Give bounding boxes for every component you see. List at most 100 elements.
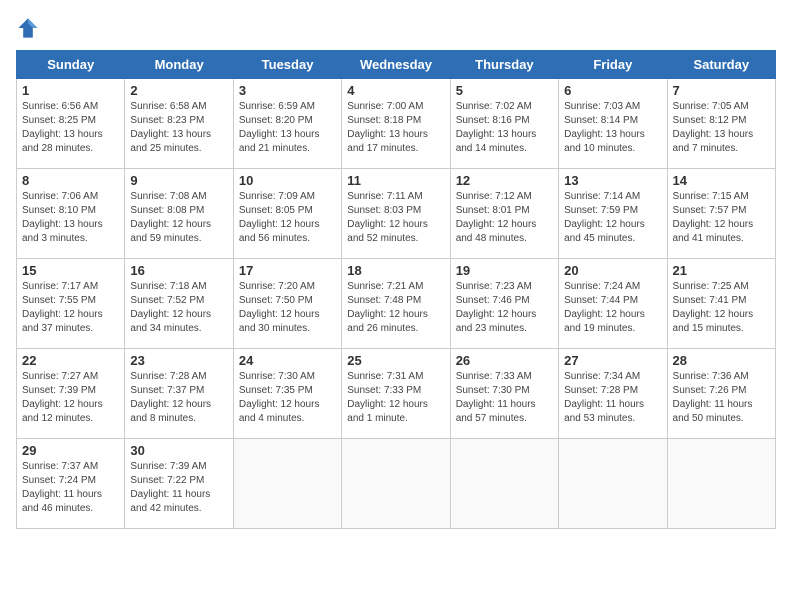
day-info: Sunrise: 7:21 AMSunset: 7:48 PMDaylight:… (347, 281, 428, 334)
calendar-day-cell: 19 Sunrise: 7:23 AMSunset: 7:46 PMDayligh… (450, 259, 558, 349)
day-number: 22 (22, 353, 119, 368)
day-number: 28 (673, 353, 770, 368)
calendar-day-cell: 24Sunrise: 7:30 AMSunset: 7:35 PMDayligh… (233, 349, 341, 439)
calendar-day-cell: 6 Sunrise: 7:03 AMSunset: 8:14 PMDaylight… (559, 79, 667, 169)
calendar-day-cell: 2 Sunrise: 6:58 AMSunset: 8:23 PMDaylight… (125, 79, 233, 169)
day-info: Sunrise: 7:36 AMSunset: 7:26 PMDaylight:… (673, 371, 753, 424)
calendar-day-cell: 21Sunrise: 7:25 AMSunset: 7:41 PMDayligh… (667, 259, 775, 349)
day-info: Sunrise: 7:02 AMSunset: 8:16 PMDaylight:… (456, 101, 537, 154)
calendar-table: SundayMondayTuesdayWednesdayThursdayFrid… (16, 50, 776, 529)
day-info: Sunrise: 7:14 AMSunset: 7:59 PMDaylight:… (564, 191, 645, 244)
calendar-week-row: 22 Sunrise: 7:27 AMSunset: 7:39 PMDayligh… (17, 349, 776, 439)
day-info: Sunrise: 7:24 AMSunset: 7:44 PMDaylight:… (564, 281, 645, 334)
day-number: 4 (347, 83, 444, 98)
calendar-week-row: 15 Sunrise: 7:17 AMSunset: 7:55 PMDayligh… (17, 259, 776, 349)
day-of-week-header: Tuesday (233, 51, 341, 79)
day-of-week-header: Saturday (667, 51, 775, 79)
calendar-week-row: 29Sunrise: 7:37 AMSunset: 7:24 PMDayligh… (17, 439, 776, 529)
calendar-week-row: 8 Sunrise: 7:06 AMSunset: 8:10 PMDaylight… (17, 169, 776, 259)
day-of-week-header: Monday (125, 51, 233, 79)
day-info: Sunrise: 7:23 AMSunset: 7:46 PMDaylight:… (456, 281, 537, 334)
day-of-week-header: Friday (559, 51, 667, 79)
day-info: Sunrise: 7:37 AMSunset: 7:24 PMDaylight:… (22, 461, 102, 514)
calendar-day-cell: 28 Sunrise: 7:36 AMSunset: 7:26 PMDayligh… (667, 349, 775, 439)
day-info: Sunrise: 7:33 AMSunset: 7:30 PMDaylight:… (456, 371, 536, 424)
day-info: Sunrise: 7:17 AMSunset: 7:55 PMDaylight:… (22, 281, 103, 334)
day-info: Sunrise: 7:25 AMSunset: 7:41 PMDaylight:… (673, 281, 754, 334)
day-info: Sunrise: 7:00 AMSunset: 8:18 PMDaylight:… (347, 101, 428, 154)
day-number: 19 (456, 263, 553, 278)
calendar-day-cell: 15 Sunrise: 7:17 AMSunset: 7:55 PMDayligh… (17, 259, 125, 349)
day-info: Sunrise: 7:08 AMSunset: 8:08 PMDaylight:… (130, 191, 211, 244)
day-info: Sunrise: 7:12 AMSunset: 8:01 PMDaylight:… (456, 191, 537, 244)
day-number: 2 (130, 83, 227, 98)
day-info: Sunrise: 7:03 AMSunset: 8:14 PMDaylight:… (564, 101, 645, 154)
day-info: Sunrise: 7:05 AMSunset: 8:12 PMDaylight:… (673, 101, 754, 154)
day-info: Sunrise: 7:15 AMSunset: 7:57 PMDaylight:… (673, 191, 754, 244)
day-info: Sunrise: 7:09 AMSunset: 8:05 PMDaylight:… (239, 191, 320, 244)
day-number: 27 (564, 353, 661, 368)
day-info: Sunrise: 6:56 AMSunset: 8:25 PMDaylight:… (22, 101, 103, 154)
calendar-week-row: 1 Sunrise: 6:56 AMSunset: 8:25 PMDaylight… (17, 79, 776, 169)
calendar-day-cell: 4 Sunrise: 7:00 AMSunset: 8:18 PMDaylight… (342, 79, 450, 169)
calendar-day-cell (342, 439, 450, 529)
day-of-week-header: Wednesday (342, 51, 450, 79)
calendar-day-cell: 29Sunrise: 7:37 AMSunset: 7:24 PMDayligh… (17, 439, 125, 529)
day-number: 18 (347, 263, 444, 278)
logo-icon (16, 16, 40, 40)
calendar-day-cell (450, 439, 558, 529)
calendar-day-cell: 7 Sunrise: 7:05 AMSunset: 8:12 PMDaylight… (667, 79, 775, 169)
calendar-day-cell: 17 Sunrise: 7:20 AMSunset: 7:50 PMDayligh… (233, 259, 341, 349)
day-number: 17 (239, 263, 336, 278)
calendar-day-cell: 9 Sunrise: 7:08 AMSunset: 8:08 PMDaylight… (125, 169, 233, 259)
calendar-day-cell: 18 Sunrise: 7:21 AMSunset: 7:48 PMDayligh… (342, 259, 450, 349)
day-info: Sunrise: 7:18 AMSunset: 7:52 PMDaylight:… (130, 281, 211, 334)
calendar-day-cell: 13 Sunrise: 7:14 AMSunset: 7:59 PMDayligh… (559, 169, 667, 259)
calendar-day-cell: 14Sunrise: 7:15 AMSunset: 7:57 PMDayligh… (667, 169, 775, 259)
calendar-day-cell (559, 439, 667, 529)
day-number: 15 (22, 263, 119, 278)
day-number: 9 (130, 173, 227, 188)
calendar-day-cell: 22 Sunrise: 7:27 AMSunset: 7:39 PMDayligh… (17, 349, 125, 439)
day-info: Sunrise: 7:39 AMSunset: 7:22 PMDaylight:… (130, 461, 210, 514)
day-number: 11 (347, 173, 444, 188)
day-number: 8 (22, 173, 119, 188)
calendar-day-cell: 3Sunrise: 6:59 AMSunset: 8:20 PMDaylight… (233, 79, 341, 169)
day-info: Sunrise: 7:20 AMSunset: 7:50 PMDaylight:… (239, 281, 320, 334)
calendar-day-cell: 10 Sunrise: 7:09 AMSunset: 8:05 PMDayligh… (233, 169, 341, 259)
calendar-day-cell: 27 Sunrise: 7:34 AMSunset: 7:28 PMDayligh… (559, 349, 667, 439)
day-number: 6 (564, 83, 661, 98)
calendar-day-cell: 5 Sunrise: 7:02 AMSunset: 8:16 PMDaylight… (450, 79, 558, 169)
day-number: 13 (564, 173, 661, 188)
calendar-day-cell (233, 439, 341, 529)
day-number: 3 (239, 83, 336, 98)
day-info: Sunrise: 7:30 AMSunset: 7:35 PMDaylight:… (239, 371, 320, 424)
day-info: Sunrise: 7:31 AMSunset: 7:33 PMDaylight:… (347, 371, 428, 424)
day-number: 25 (347, 353, 444, 368)
calendar-day-cell: 26Sunrise: 7:33 AMSunset: 7:30 PMDayligh… (450, 349, 558, 439)
day-number: 30 (130, 443, 227, 458)
calendar-day-cell: 12 Sunrise: 7:12 AMSunset: 8:01 PMDayligh… (450, 169, 558, 259)
calendar-day-cell: 20 Sunrise: 7:24 AMSunset: 7:44 PMDayligh… (559, 259, 667, 349)
day-of-week-header: Thursday (450, 51, 558, 79)
day-number: 10 (239, 173, 336, 188)
header (16, 16, 776, 40)
day-number: 12 (456, 173, 553, 188)
day-info: Sunrise: 6:58 AMSunset: 8:23 PMDaylight:… (130, 101, 211, 154)
calendar-day-cell: 1 Sunrise: 6:56 AMSunset: 8:25 PMDaylight… (17, 79, 125, 169)
day-info: Sunrise: 7:11 AMSunset: 8:03 PMDaylight:… (347, 191, 428, 244)
day-info: Sunrise: 7:27 AMSunset: 7:39 PMDaylight:… (22, 371, 103, 424)
day-number: 5 (456, 83, 553, 98)
calendar-day-cell: 11 Sunrise: 7:11 AMSunset: 8:03 PMDayligh… (342, 169, 450, 259)
day-info: Sunrise: 7:06 AMSunset: 8:10 PMDaylight:… (22, 191, 103, 244)
calendar-day-cell: 23Sunrise: 7:28 AMSunset: 7:37 PMDayligh… (125, 349, 233, 439)
day-info: Sunrise: 7:34 AMSunset: 7:28 PMDaylight:… (564, 371, 644, 424)
day-of-week-header: Sunday (17, 51, 125, 79)
day-number: 1 (22, 83, 119, 98)
calendar-day-cell (667, 439, 775, 529)
day-number: 7 (673, 83, 770, 98)
day-number: 23 (130, 353, 227, 368)
calendar-day-cell: 25 Sunrise: 7:31 AMSunset: 7:33 PMDayligh… (342, 349, 450, 439)
day-number: 20 (564, 263, 661, 278)
calendar-day-cell: 16Sunrise: 7:18 AMSunset: 7:52 PMDayligh… (125, 259, 233, 349)
